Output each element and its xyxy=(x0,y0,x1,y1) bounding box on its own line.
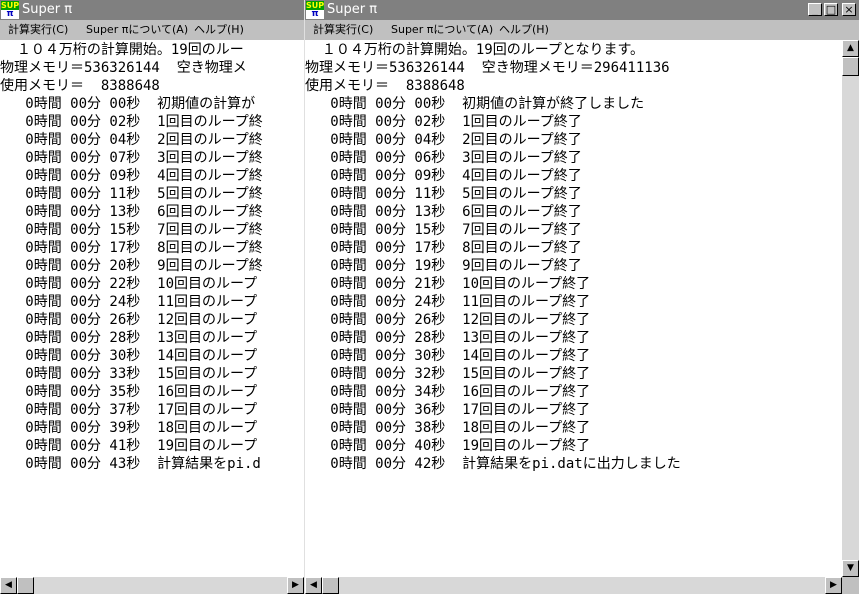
output-area: １０４万桁の計算開始。19回のループとなります。物理メモリ＝536326144 … xyxy=(305,40,842,577)
title-bar[interactable]: SUPERπ Super π _ □ × xyxy=(305,0,859,20)
scroll-thumb[interactable] xyxy=(322,577,339,594)
header-line: 使用メモリ＝ 8388648 xyxy=(0,78,160,94)
log-line: 0時間 00分 15秒 7回目のループ終了 xyxy=(305,222,582,238)
log-line: 0時間 00分 40秒 19回目のループ終了 xyxy=(305,438,591,454)
log-line: 0時間 00分 24秒 11回目のループ xyxy=(0,294,258,310)
log-line: 0時間 00分 13秒 6回目のループ終 xyxy=(0,204,263,220)
log-line: 0時間 00分 26秒 12回目のループ xyxy=(0,312,258,328)
log-line: 0時間 00分 30秒 14回目のループ終了 xyxy=(305,348,591,364)
scroll-thumb[interactable] xyxy=(842,57,859,76)
log-line: 0時間 00分 11秒 5回目のループ終 xyxy=(0,186,263,202)
header-line: 物理メモリ＝536326144 空き物理メ xyxy=(0,60,247,76)
log-line: 0時間 00分 04秒 2回目のループ終了 xyxy=(305,132,582,148)
log-line: 0時間 00分 13秒 6回目のループ終了 xyxy=(305,204,582,220)
menu-bar: 計算実行(C) Super πについて(A) ヘルプ(H) xyxy=(305,20,859,40)
log-line: 0時間 00分 17秒 8回目のループ終 xyxy=(0,240,263,256)
log-line: 0時間 00分 41秒 19回目のループ xyxy=(0,438,258,454)
log-line: 0時間 00分 17秒 8回目のループ終了 xyxy=(305,240,582,256)
log-line: 0時間 00分 06秒 3回目のループ終了 xyxy=(305,150,582,166)
app-icon-glyph: π xyxy=(1,10,19,19)
menu-calculate[interactable]: 計算実行(C) xyxy=(8,20,68,40)
vertical-scrollbar[interactable]: ▲ ▼ xyxy=(842,40,859,577)
minimize-button[interactable]: _ xyxy=(808,3,822,16)
log-line: 0時間 00分 37秒 17回目のループ xyxy=(0,402,258,418)
log-line: 0時間 00分 24秒 11回目のループ終了 xyxy=(305,294,591,310)
log-line: 0時間 00分 22秒 10回目のループ xyxy=(0,276,258,292)
log-line: 0時間 00分 00秒 初期値の計算が終了しました xyxy=(305,96,645,112)
log-line: 0時間 00分 11秒 5回目のループ終了 xyxy=(305,186,582,202)
log-line: 0時間 00分 00秒 初期値の計算が xyxy=(0,96,256,112)
log-line: 0時間 00分 09秒 4回目のループ終了 xyxy=(305,168,582,184)
super-pi-icon[interactable]: SUPERπ xyxy=(1,1,19,19)
log-line: 0時間 00分 38秒 18回目のループ終了 xyxy=(305,420,591,436)
log-line: 0時間 00分 09秒 4回目のループ終 xyxy=(0,168,263,184)
maximize-button[interactable]: □ xyxy=(824,3,838,16)
log-line: 0時間 00分 35秒 16回目のループ xyxy=(0,384,258,400)
header-line: １０４万桁の計算開始。19回のループとなります。 xyxy=(305,42,645,58)
menu-bar: 計算実行(C) Super πについて(A) ヘルプ(H) xyxy=(0,20,304,40)
scroll-right-button[interactable]: ▶ xyxy=(287,577,304,594)
scroll-right-button[interactable]: ▶ xyxy=(825,577,842,594)
super-pi-icon[interactable]: SUPERπ xyxy=(306,1,324,19)
log-line: 0時間 00分 42秒 計算結果をpi.datに出力しました xyxy=(305,456,681,472)
size-grip xyxy=(842,577,859,594)
log-line: 0時間 00分 07秒 3回目のループ終 xyxy=(0,150,263,166)
menu-about[interactable]: Super πについて(A) xyxy=(86,20,188,40)
log-line: 0時間 00分 15秒 7回目のループ終 xyxy=(0,222,263,238)
super-pi-window-right: SUPERπ Super π _ □ × 計算実行(C) Super πについて… xyxy=(305,0,859,594)
menu-calculate[interactable]: 計算実行(C) xyxy=(313,20,373,40)
menu-about[interactable]: Super πについて(A) xyxy=(391,20,493,40)
horizontal-scrollbar[interactable]: ◀ ▶ xyxy=(305,577,842,594)
scroll-up-button[interactable]: ▲ xyxy=(842,40,859,57)
menu-help[interactable]: ヘルプ(H) xyxy=(499,20,549,40)
log-line: 0時間 00分 28秒 13回目のループ xyxy=(0,330,258,346)
log-line: 0時間 00分 32秒 15回目のループ終了 xyxy=(305,366,591,382)
log-line: 0時間 00分 39秒 18回目のループ xyxy=(0,420,258,436)
menu-help[interactable]: ヘルプ(H) xyxy=(194,20,244,40)
log-line: 0時間 00分 43秒 計算結果をpi.d xyxy=(0,456,261,472)
header-line: 物理メモリ＝536326144 空き物理メモリ＝296411136 xyxy=(305,60,670,76)
header-line: １０４万桁の計算開始。19回のルー xyxy=(0,42,244,58)
log-line: 0時間 00分 28秒 13回目のループ終了 xyxy=(305,330,591,346)
log-line: 0時間 00分 21秒 10回目のループ終了 xyxy=(305,276,591,292)
log-line: 0時間 00分 04秒 2回目のループ終 xyxy=(0,132,263,148)
log-line: 0時間 00分 26秒 12回目のループ終了 xyxy=(305,312,591,328)
log-line: 0時間 00分 19秒 9回目のループ終了 xyxy=(305,258,582,274)
output-area: １０４万桁の計算開始。19回のルー 物理メモリ＝536326144 空き物理メ 使用… xyxy=(0,40,304,577)
log-line: 0時間 00分 33秒 15回目のループ xyxy=(0,366,258,382)
app-icon-glyph: π xyxy=(306,10,324,19)
horizontal-scrollbar[interactable]: ◀ ▶ xyxy=(0,577,304,594)
scroll-left-button[interactable]: ◀ xyxy=(305,577,322,594)
scroll-down-button[interactable]: ▼ xyxy=(842,560,859,577)
window-title: Super π xyxy=(327,2,378,17)
super-pi-window-left: SUPERπ Super π 計算実行(C) Super πについて(A) ヘル… xyxy=(0,0,304,594)
header-line: 使用メモリ＝ 8388648 xyxy=(305,78,465,94)
log-line: 0時間 00分 02秒 1回目のループ終 xyxy=(0,114,263,130)
log-line: 0時間 00分 02秒 1回目のループ終了 xyxy=(305,114,582,130)
window-title: Super π xyxy=(22,2,73,17)
log-line: 0時間 00分 30秒 14回目のループ xyxy=(0,348,258,364)
close-button[interactable]: × xyxy=(842,3,856,16)
log-line: 0時間 00分 34秒 16回目のループ終了 xyxy=(305,384,591,400)
log-line: 0時間 00分 20秒 9回目のループ終 xyxy=(0,258,263,274)
log-line: 0時間 00分 36秒 17回目のループ終了 xyxy=(305,402,591,418)
scroll-left-button[interactable]: ◀ xyxy=(0,577,17,594)
title-bar[interactable]: SUPERπ Super π xyxy=(0,0,304,20)
scroll-thumb[interactable] xyxy=(17,577,34,594)
